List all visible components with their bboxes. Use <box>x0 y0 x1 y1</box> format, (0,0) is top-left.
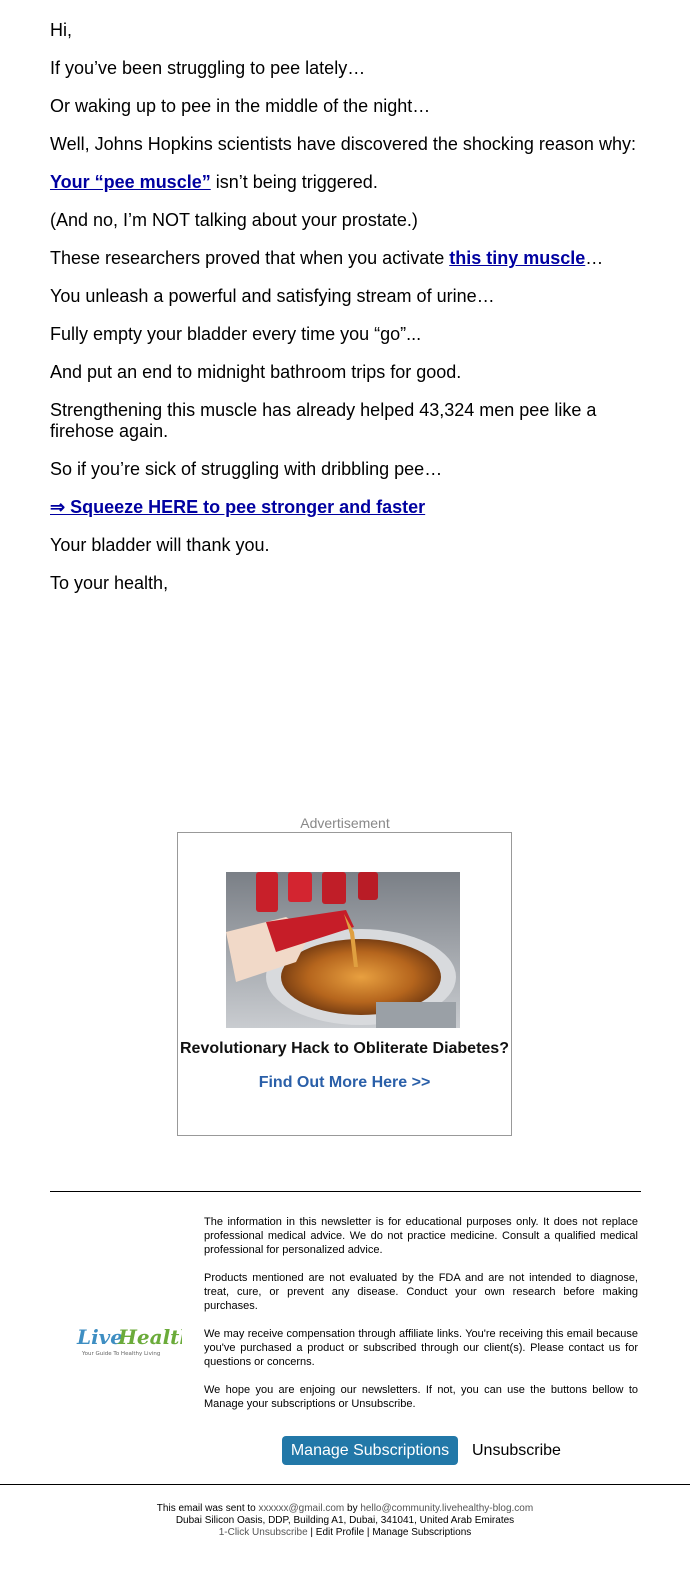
advertisement-label: Advertisement <box>300 815 390 831</box>
one-click-unsubscribe-link[interactable]: 1-Click Unsubscribe <box>219 1527 308 1538</box>
svg-text:Your Guide To Healthy Living: Your Guide To Healthy Living <box>81 1351 160 1357</box>
paragraph-text: These researchers proved that when you a… <box>50 248 450 268</box>
email-body: Hi, If you’ve been struggling to pee lat… <box>50 20 650 611</box>
paragraph: (And no, I’m NOT talking about your pros… <box>50 210 418 230</box>
ad-image[interactable] <box>226 872 460 1028</box>
signoff: To your health, <box>50 573 169 593</box>
paragraph: Your “pee muscle” isn’t being triggered. <box>50 172 650 193</box>
separator: | <box>307 1527 316 1538</box>
ad-cta-link[interactable]: Find Out More Here >> <box>178 1074 511 1092</box>
paragraph: If you’ve been struggling to pee lately… <box>50 58 366 78</box>
svg-text:Healthy: Healthy <box>117 1325 182 1349</box>
manage-subscriptions-button[interactable]: Manage Subscriptions <box>282 1436 458 1465</box>
unsubscribe-button[interactable]: Unsubscribe <box>472 1436 561 1465</box>
divider <box>50 1191 641 1192</box>
paragraph: These researchers proved that when you a… <box>50 248 650 269</box>
sender-email[interactable]: hello@community.livehealthy-blog.com <box>360 1503 533 1514</box>
disclaimer-unsubscribe: We hope you are enjoing our newsletters.… <box>204 1384 638 1410</box>
recipient-email[interactable]: xxxxxx@gmail.com <box>259 1503 345 1514</box>
footer: This email was sent to xxxxxx@gmail.com … <box>150 1503 540 1539</box>
paragraph: And put an end to midnight bathroom trip… <box>50 362 462 382</box>
footer-divider <box>0 1484 690 1485</box>
sent-line: This email was sent to xxxxxx@gmail.com … <box>150 1503 540 1515</box>
paragraph: You unleash a powerful and satisfying st… <box>50 286 495 306</box>
disclaimer-fda: Products mentioned are not evaluated by … <box>204 1272 638 1312</box>
livehealthy-logo: Live Healthy Your Guide To Healthy Livin… <box>72 1320 207 1360</box>
tiny-muscle-link[interactable]: this tiny muscle <box>449 248 585 268</box>
paragraph: Or waking up to pee in the middle of the… <box>50 96 431 116</box>
disclaimer-educational: The information in this newsletter is fo… <box>204 1216 638 1256</box>
by-text: by <box>344 1503 361 1514</box>
footer-address: Dubai Silicon Oasis, DDP, Building A1, D… <box>175 1515 515 1526</box>
sent-prefix: This email was sent to <box>156 1503 259 1514</box>
paragraph: Strengthening this muscle has already he… <box>50 400 597 441</box>
paragraph: So if you’re sick of struggling with dri… <box>50 459 443 479</box>
paragraph: ⇒ Squeeze HERE to pee stronger and faste… <box>50 497 650 518</box>
svg-text:Live: Live <box>76 1325 123 1349</box>
edit-profile-link[interactable]: Edit Profile <box>316 1527 364 1538</box>
pee-muscle-link[interactable]: Your “pee muscle” <box>50 172 211 192</box>
paragraph: Well, Johns Hopkins scientists have disc… <box>50 134 636 154</box>
disclaimers: The information in this newsletter is fo… <box>204 1215 638 1425</box>
disclaimer-affiliate: We may receive compensation through affi… <box>204 1328 638 1368</box>
paragraph: Fully empty your bladder every time you … <box>50 324 422 344</box>
greeting: Hi, <box>50 20 72 40</box>
paragraph: Your bladder will thank you. <box>50 535 270 555</box>
paragraph-text: … <box>585 248 604 268</box>
footer-manage-subscriptions-link[interactable]: Manage Subscriptions <box>372 1527 471 1538</box>
ad-headline[interactable]: Revolutionary Hack to Obliterate Diabete… <box>178 1040 511 1057</box>
footer-links: 1-Click Unsubscribe | Edit Profile | Man… <box>150 1527 540 1539</box>
cta-link[interactable]: ⇒ Squeeze HERE to pee stronger and faste… <box>50 497 425 517</box>
advertisement-box[interactable]: Revolutionary Hack to Obliterate Diabete… <box>177 832 512 1136</box>
paragraph-text: isn’t being triggered. <box>210 172 378 192</box>
